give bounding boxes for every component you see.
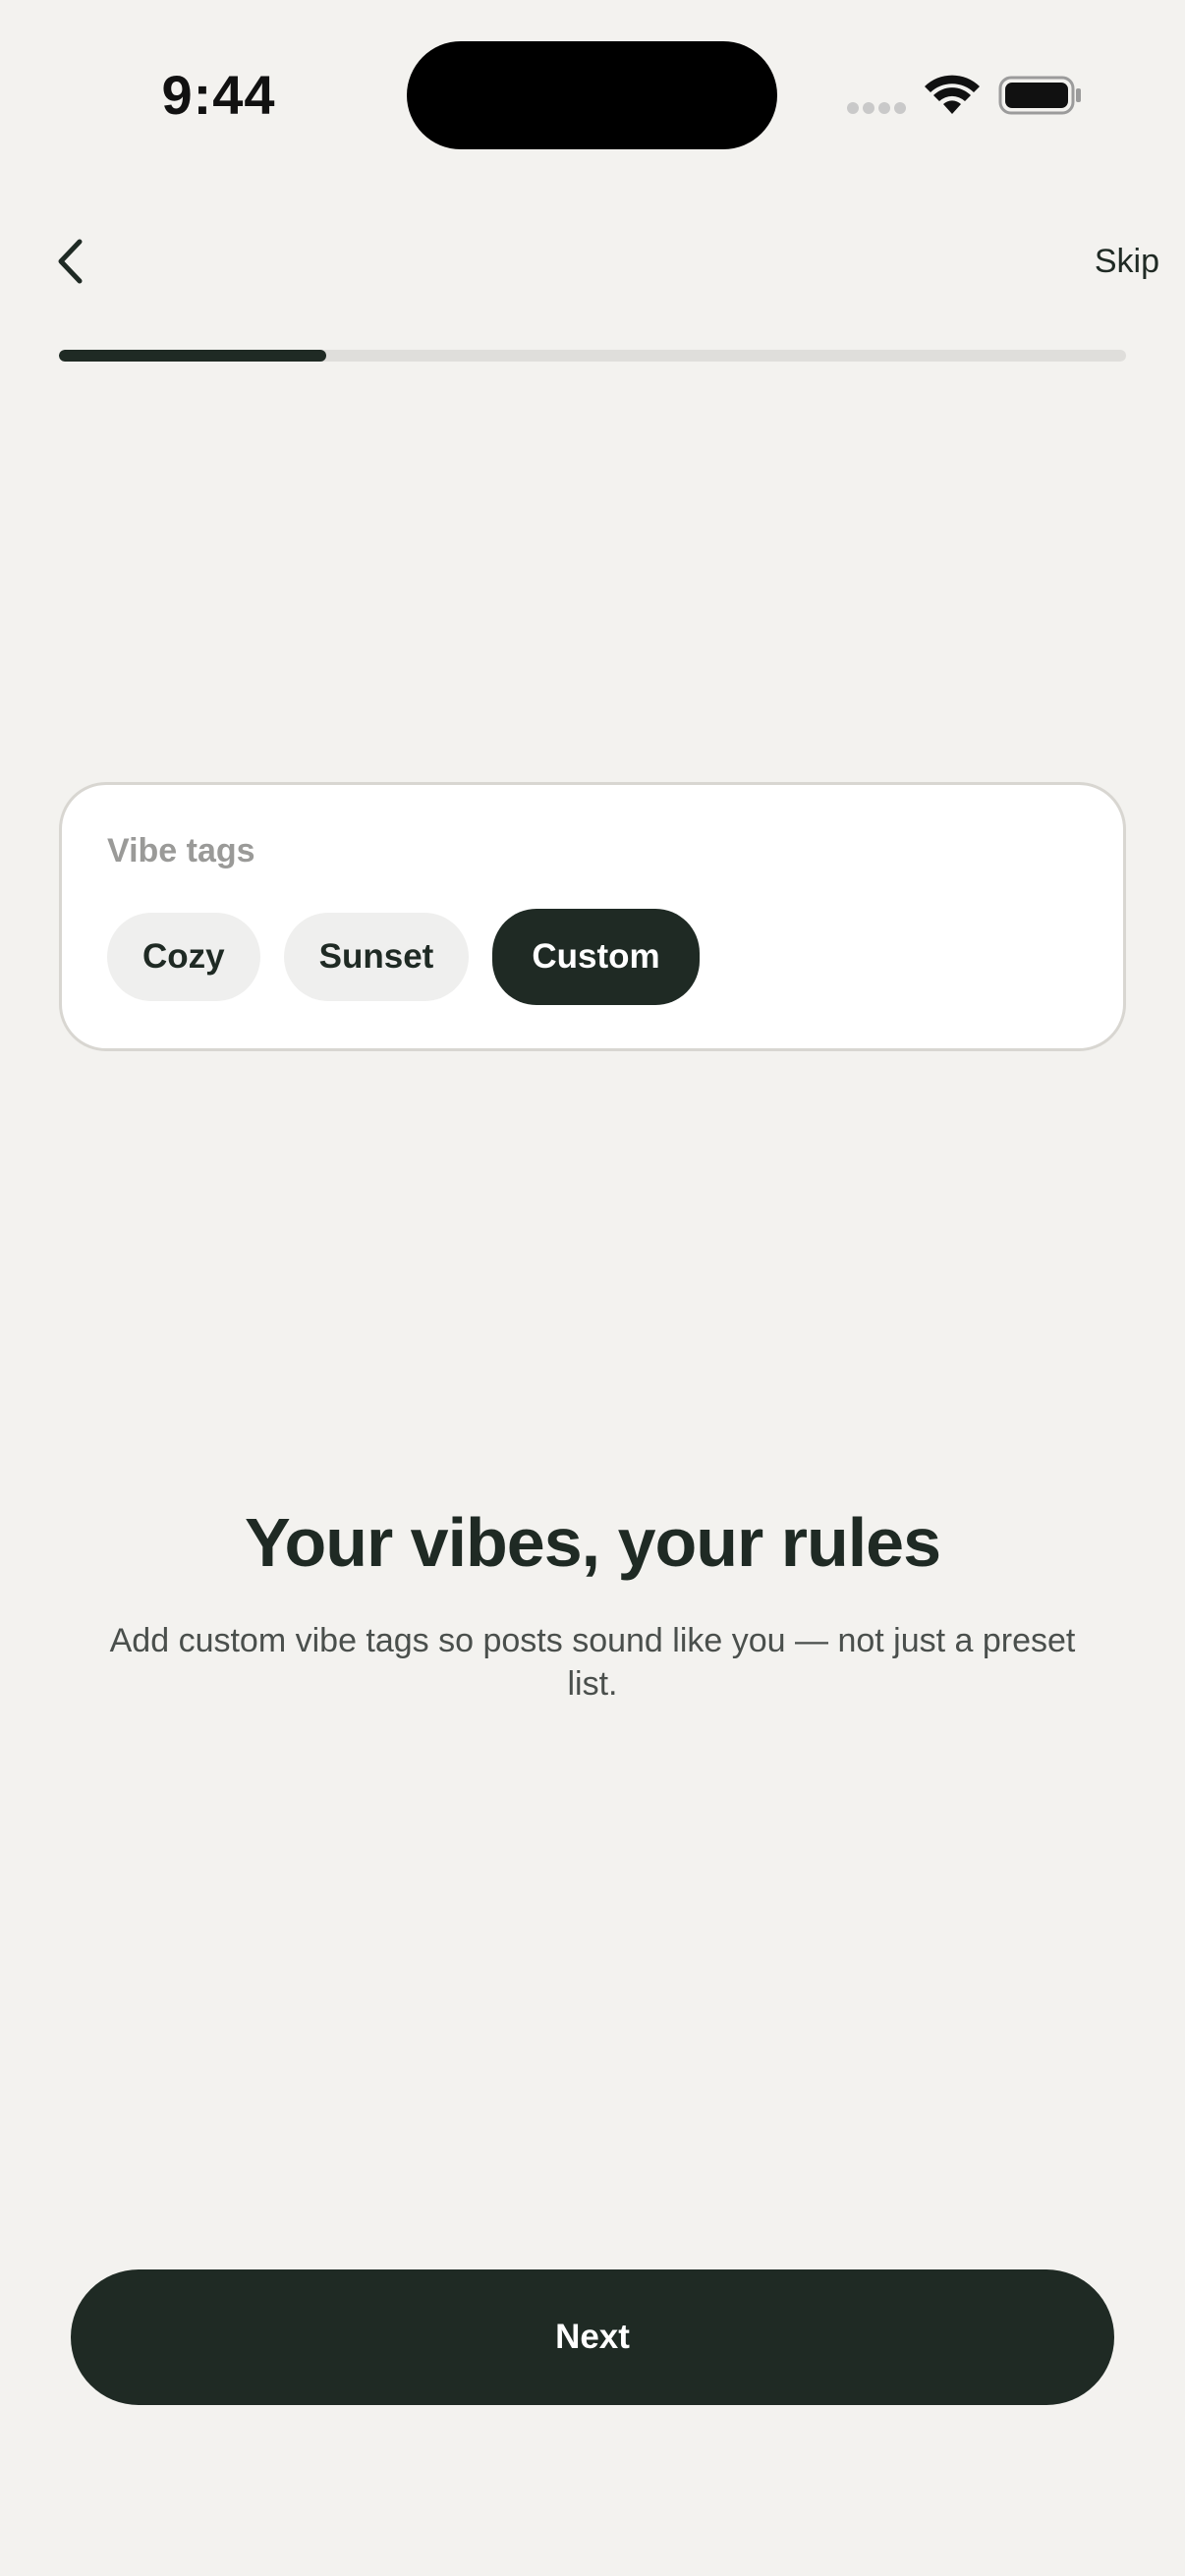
next-button[interactable]: Next <box>71 2269 1114 2405</box>
page-subtitle: Add custom vibe tags so posts sound like… <box>109 1622 1076 1703</box>
skip-button[interactable]: Skip <box>1095 236 1159 287</box>
onboarding-screen: 9:44 Skip Vibe tags Cozy Sunset Custom Y… <box>0 0 1185 2576</box>
chip-custom[interactable]: Custom <box>492 909 700 1005</box>
cellular-signal-icon <box>847 102 908 116</box>
vibe-chip-row: Cozy Sunset Custom <box>107 909 700 1005</box>
battery-icon <box>998 76 1081 115</box>
vibe-tags-title: Vibe tags <box>107 832 255 869</box>
dynamic-island <box>407 41 777 149</box>
onboarding-progress-bar <box>59 350 1126 362</box>
chip-cozy[interactable]: Cozy <box>107 913 260 1001</box>
chip-sunset[interactable]: Sunset <box>283 913 470 1001</box>
back-button[interactable] <box>47 234 92 289</box>
page-title: Your vibes, your rules <box>244 1504 941 1581</box>
vibe-tags-card: Vibe tags Cozy Sunset Custom <box>59 782 1126 1051</box>
chevron-left-icon <box>58 239 83 284</box>
status-time: 9:44 <box>161 64 276 126</box>
progress-fill <box>59 350 326 362</box>
wifi-icon <box>925 75 980 114</box>
